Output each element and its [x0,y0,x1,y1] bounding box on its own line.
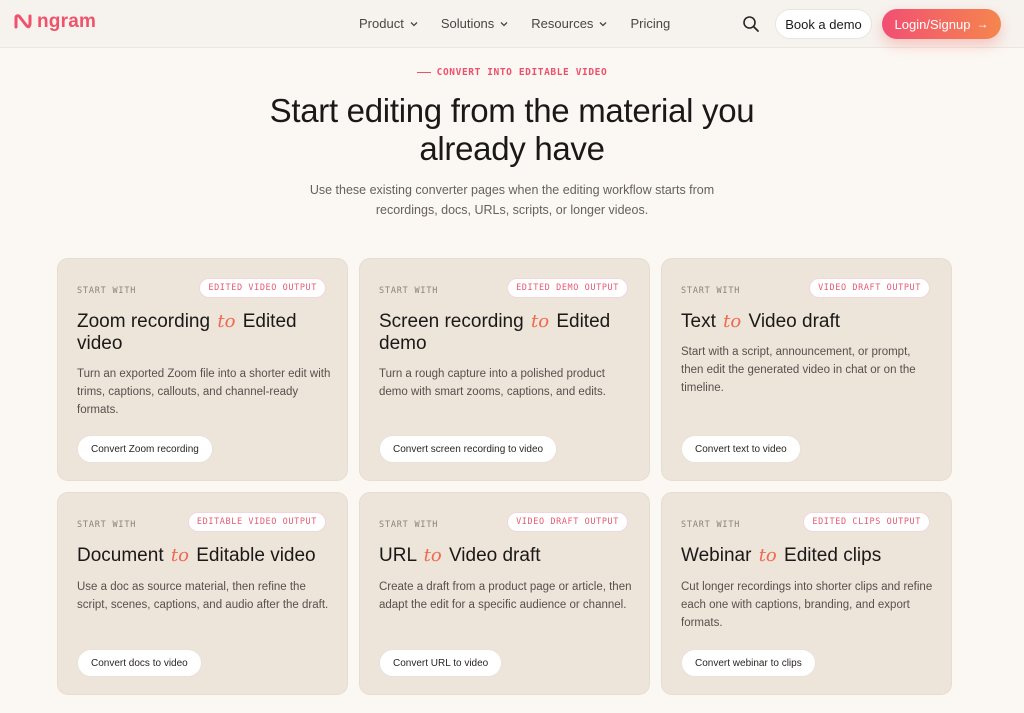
output-badge: VIDEO DRAFT OUTPUT [507,512,628,532]
subtitle-line-2: recordings, docs, URLs, scripts, or long… [375,203,649,217]
logo-text: ngram [37,11,97,32]
output-badge: EDITED CLIPS OUTPUT [803,512,930,532]
login-signup-button[interactable]: Login/Signup → [882,9,1001,39]
nav-item-label: Resources [531,16,594,31]
card-title-source: Document [77,545,164,566]
card-title-source: URL [379,545,417,566]
converter-card-screen[interactable]: START WITH EDITED DEMO OUTPUT Screen rec… [359,258,650,481]
card-title-target: Video draft [748,311,841,332]
card-title-target: Video draft [448,545,541,566]
card-title-target: Edited clips [784,545,882,566]
section-eyebrow: CONVERT INTO EDITABLE VIDEO [0,67,1024,78]
eyebrow-text: CONVERT INTO EDITABLE VIDEO [436,67,608,78]
card-title-source: Screen recording [379,311,524,332]
card-start-label: START WITH [379,286,439,296]
convert-docs-button[interactable]: Convert docs to video [77,649,202,677]
nav-item-label: Solutions [440,16,495,31]
site-header: ngram Product Solutions Resources Pricin… [0,0,1024,48]
nav-item-resources[interactable]: Resources [531,16,608,31]
subtitle-line-1: Use these existing converter pages when … [309,183,715,197]
card-start-label: START WITH [681,520,741,530]
card-title-to: to [423,545,442,566]
title-line-2: already have [419,130,605,167]
logo[interactable]: ngram [13,11,96,33]
output-badge: EDITED DEMO OUTPUT [507,278,628,298]
card-start-label: START WITH [379,520,439,530]
convert-webinar-button[interactable]: Convert webinar to clips [681,649,816,677]
output-badge: VIDEO DRAFT OUTPUT [809,278,930,298]
page-subtitle: Use these existing converter pages when … [280,180,744,220]
nav-item-label: Pricing [630,16,671,31]
convert-screen-recording-button[interactable]: Convert screen recording to video [379,435,558,463]
convert-url-button[interactable]: Convert URL to video [379,649,503,677]
converter-card-document[interactable]: START WITH EDITABLE VIDEO OUTPUT Documen… [57,492,348,695]
card-start-label: START WITH [77,286,137,296]
card-title: Screen recording to Edited demo [379,311,639,355]
card-description: Turn an exported Zoom file into a shorte… [77,368,331,416]
chevron-down-icon [500,21,508,26]
card-title-source: Webinar [681,545,752,566]
card-description: Create a draft from a product page or ar… [379,581,632,611]
nav-item-solutions[interactable]: Solutions [441,16,509,31]
card-title-to: to [723,311,742,332]
converter-card-text[interactable]: START WITH VIDEO DRAFT OUTPUT Text to Vi… [661,258,952,481]
convert-zoom-recording-button[interactable]: Convert Zoom recording [77,435,213,463]
page-title: Start editing from the material you alre… [212,92,812,168]
chevron-down-icon [410,21,418,26]
card-title-to: to [170,545,189,566]
ngram-logo-icon [14,14,32,29]
card-title: Webinar to Edited clips [681,545,941,567]
card-title-to: to [530,311,550,332]
eyebrow-dash [416,71,431,74]
card-title-source: Text [681,311,716,332]
nav-item-label: Product [359,16,404,31]
output-badge: EDITABLE VIDEO OUTPUT [187,512,326,532]
book-demo-button[interactable]: Book a demo [775,9,872,39]
card-title-target: Editable video [196,545,316,566]
card-title-source: Zoom recording [77,311,211,332]
card-start-label: START WITH [77,520,137,530]
card-start-label: START WITH [681,286,741,296]
chevron-down-icon [599,21,607,26]
nav-item-pricing[interactable]: Pricing [630,16,670,31]
card-description: Use a doc as source material, then refin… [77,581,329,611]
search-icon[interactable] [741,14,761,34]
card-title: Document to Editable video [77,545,337,567]
card-title: URL to Video draft [379,545,639,567]
arrow-right-icon: → [976,17,989,31]
convert-text-button[interactable]: Convert text to video [681,435,801,463]
title-line-1: Start editing from the material you [269,92,755,129]
converter-card-zoom[interactable]: START WITH EDITED VIDEO OUTPUT Zoom reco… [57,258,348,481]
login-signup-label: Login/Signup [894,16,971,32]
card-description: Cut longer recordings into shorter clips… [681,581,933,629]
card-title-to: to [217,311,236,332]
card-description: Start with a script, announcement, or pr… [681,346,916,394]
converter-card-url[interactable]: START WITH VIDEO DRAFT OUTPUT URL to Vid… [359,492,650,695]
nav-item-product[interactable]: Product [359,16,419,31]
card-description: Turn a rough capture into a polished pro… [379,368,606,398]
converter-card-webinar[interactable]: START WITH EDITED CLIPS OUTPUT Webinar t… [661,492,952,695]
card-title-to: to [758,545,777,566]
card-title: Text to Video draft [681,311,941,333]
output-badge: EDITED VIDEO OUTPUT [199,278,326,298]
main-nav: Product Solutions Resources Pricing [359,16,692,31]
card-title: Zoom recording to Edited video [77,311,337,355]
